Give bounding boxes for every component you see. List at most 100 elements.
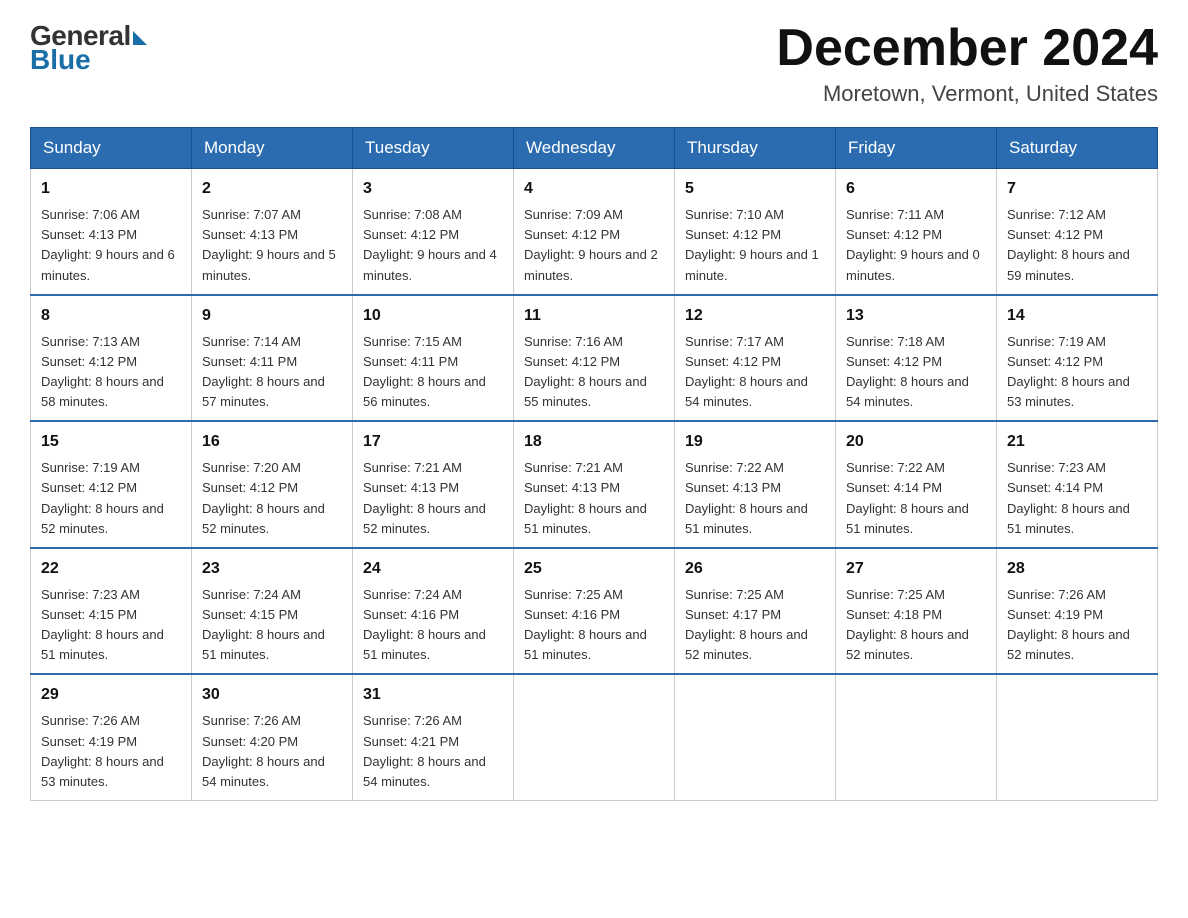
month-title: December 2024 [776,20,1158,77]
day-info: Sunrise: 7:11 AMSunset: 4:12 PMDaylight:… [846,205,986,286]
calendar-day-cell: 27 Sunrise: 7:25 AMSunset: 4:18 PMDayligh… [836,548,997,675]
calendar-day-cell: 26 Sunrise: 7:25 AMSunset: 4:17 PMDayligh… [675,548,836,675]
day-number: 13 [846,304,986,328]
day-info: Sunrise: 7:25 AMSunset: 4:16 PMDaylight:… [524,585,664,666]
calendar-week-row-2: 8 Sunrise: 7:13 AMSunset: 4:12 PMDaylight… [31,295,1158,422]
day-info: Sunrise: 7:14 AMSunset: 4:11 PMDaylight:… [202,332,342,413]
day-number: 5 [685,177,825,201]
calendar-day-cell: 24Sunrise: 7:24 AMSunset: 4:16 PMDayligh… [353,548,514,675]
day-info: Sunrise: 7:24 AMSunset: 4:15 PMDaylight:… [202,585,342,666]
day-info: Sunrise: 7:20 AMSunset: 4:12 PMDaylight:… [202,458,342,539]
calendar-day-cell: 17Sunrise: 7:21 AMSunset: 4:13 PMDayligh… [353,421,514,548]
calendar-day-cell: 15 Sunrise: 7:19 AMSunset: 4:12 PMDayligh… [31,421,192,548]
day-number: 26 [685,557,825,581]
calendar-week-row-5: 29 Sunrise: 7:26 AMSunset: 4:19 PMDayligh… [31,674,1158,800]
day-number: 28 [1007,557,1147,581]
day-info: Sunrise: 7:10 AMSunset: 4:12 PMDaylight:… [685,205,825,286]
calendar-day-cell [836,674,997,800]
day-info: Sunrise: 7:07 AMSunset: 4:13 PMDaylight:… [202,205,342,286]
day-number: 6 [846,177,986,201]
day-info: Sunrise: 7:16 AMSunset: 4:12 PMDaylight:… [524,332,664,413]
calendar-day-cell: 10 Sunrise: 7:15 AMSunset: 4:11 PMDayligh… [353,295,514,422]
day-number: 17 [363,430,503,454]
day-number: 12 [685,304,825,328]
logo-arrow-icon [133,31,147,45]
day-info: Sunrise: 7:12 AMSunset: 4:12 PMDaylight:… [1007,205,1147,286]
logo-blue-text: Blue [30,46,91,74]
day-info: Sunrise: 7:15 AMSunset: 4:11 PMDaylight:… [363,332,503,413]
day-number: 22 [41,557,181,581]
day-info: Sunrise: 7:22 AMSunset: 4:14 PMDaylight:… [846,458,986,539]
calendar-day-cell: 19 Sunrise: 7:22 AMSunset: 4:13 PMDayligh… [675,421,836,548]
calendar-day-cell: 20 Sunrise: 7:22 AMSunset: 4:14 PMDayligh… [836,421,997,548]
page-header: General Blue December 2024 Moretown, Ver… [30,20,1158,107]
calendar-day-cell: 21 Sunrise: 7:23 AMSunset: 4:14 PMDayligh… [997,421,1158,548]
day-info: Sunrise: 7:26 AMSunset: 4:19 PMDaylight:… [41,711,181,792]
day-number: 2 [202,177,342,201]
day-number: 8 [41,304,181,328]
day-number: 29 [41,683,181,707]
calendar-day-cell: 9 Sunrise: 7:14 AMSunset: 4:11 PMDaylight… [192,295,353,422]
header-monday: Monday [192,128,353,169]
header-friday: Friday [836,128,997,169]
calendar-day-cell: 11Sunrise: 7:16 AMSunset: 4:12 PMDayligh… [514,295,675,422]
title-block: December 2024 Moretown, Vermont, United … [776,20,1158,107]
calendar-week-row-3: 15 Sunrise: 7:19 AMSunset: 4:12 PMDayligh… [31,421,1158,548]
calendar-day-cell: 2 Sunrise: 7:07 AMSunset: 4:13 PMDaylight… [192,169,353,295]
day-number: 4 [524,177,664,201]
day-info: Sunrise: 7:26 AMSunset: 4:20 PMDaylight:… [202,711,342,792]
day-number: 20 [846,430,986,454]
day-info: Sunrise: 7:26 AMSunset: 4:21 PMDaylight:… [363,711,503,792]
calendar-day-cell: 22 Sunrise: 7:23 AMSunset: 4:15 PMDayligh… [31,548,192,675]
calendar-day-cell: 23 Sunrise: 7:24 AMSunset: 4:15 PMDayligh… [192,548,353,675]
header-thursday: Thursday [675,128,836,169]
day-number: 23 [202,557,342,581]
day-number: 18 [524,430,664,454]
day-number: 16 [202,430,342,454]
calendar-day-cell: 13Sunrise: 7:18 AMSunset: 4:12 PMDayligh… [836,295,997,422]
day-number: 15 [41,430,181,454]
header-saturday: Saturday [997,128,1158,169]
day-number: 1 [41,177,181,201]
header-sunday: Sunday [31,128,192,169]
day-info: Sunrise: 7:06 AMSunset: 4:13 PMDaylight:… [41,205,181,286]
calendar-day-cell: 31 Sunrise: 7:26 AMSunset: 4:21 PMDayligh… [353,674,514,800]
day-number: 21 [1007,430,1147,454]
calendar-day-cell: 5 Sunrise: 7:10 AMSunset: 4:12 PMDaylight… [675,169,836,295]
day-info: Sunrise: 7:23 AMSunset: 4:15 PMDaylight:… [41,585,181,666]
calendar-day-cell: 1 Sunrise: 7:06 AMSunset: 4:13 PMDaylight… [31,169,192,295]
day-number: 3 [363,177,503,201]
calendar-day-cell [675,674,836,800]
day-number: 24 [363,557,503,581]
day-info: Sunrise: 7:23 AMSunset: 4:14 PMDaylight:… [1007,458,1147,539]
day-info: Sunrise: 7:13 AMSunset: 4:12 PMDaylight:… [41,332,181,413]
calendar-header-row: Sunday Monday Tuesday Wednesday Thursday… [31,128,1158,169]
header-wednesday: Wednesday [514,128,675,169]
calendar-week-row-4: 22 Sunrise: 7:23 AMSunset: 4:15 PMDayligh… [31,548,1158,675]
day-info: Sunrise: 7:19 AMSunset: 4:12 PMDaylight:… [41,458,181,539]
day-number: 31 [363,683,503,707]
calendar-day-cell: 18Sunrise: 7:21 AMSunset: 4:13 PMDayligh… [514,421,675,548]
day-info: Sunrise: 7:25 AMSunset: 4:17 PMDaylight:… [685,585,825,666]
calendar-day-cell: 16 Sunrise: 7:20 AMSunset: 4:12 PMDayligh… [192,421,353,548]
day-number: 7 [1007,177,1147,201]
calendar-day-cell: 3Sunrise: 7:08 AMSunset: 4:12 PMDaylight… [353,169,514,295]
calendar-day-cell: 4Sunrise: 7:09 AMSunset: 4:12 PMDaylight… [514,169,675,295]
day-number: 10 [363,304,503,328]
calendar-day-cell: 6 Sunrise: 7:11 AMSunset: 4:12 PMDaylight… [836,169,997,295]
day-number: 27 [846,557,986,581]
calendar-day-cell: 30 Sunrise: 7:26 AMSunset: 4:20 PMDayligh… [192,674,353,800]
location-text: Moretown, Vermont, United States [776,81,1158,107]
day-info: Sunrise: 7:26 AMSunset: 4:19 PMDaylight:… [1007,585,1147,666]
day-number: 19 [685,430,825,454]
day-number: 30 [202,683,342,707]
day-info: Sunrise: 7:25 AMSunset: 4:18 PMDaylight:… [846,585,986,666]
day-number: 9 [202,304,342,328]
calendar-day-cell: 8 Sunrise: 7:13 AMSunset: 4:12 PMDaylight… [31,295,192,422]
calendar-day-cell: 7 Sunrise: 7:12 AMSunset: 4:12 PMDaylight… [997,169,1158,295]
day-info: Sunrise: 7:22 AMSunset: 4:13 PMDaylight:… [685,458,825,539]
calendar-day-cell: 12Sunrise: 7:17 AMSunset: 4:12 PMDayligh… [675,295,836,422]
calendar-day-cell [997,674,1158,800]
calendar-week-row-1: 1 Sunrise: 7:06 AMSunset: 4:13 PMDaylight… [31,169,1158,295]
calendar-day-cell [514,674,675,800]
